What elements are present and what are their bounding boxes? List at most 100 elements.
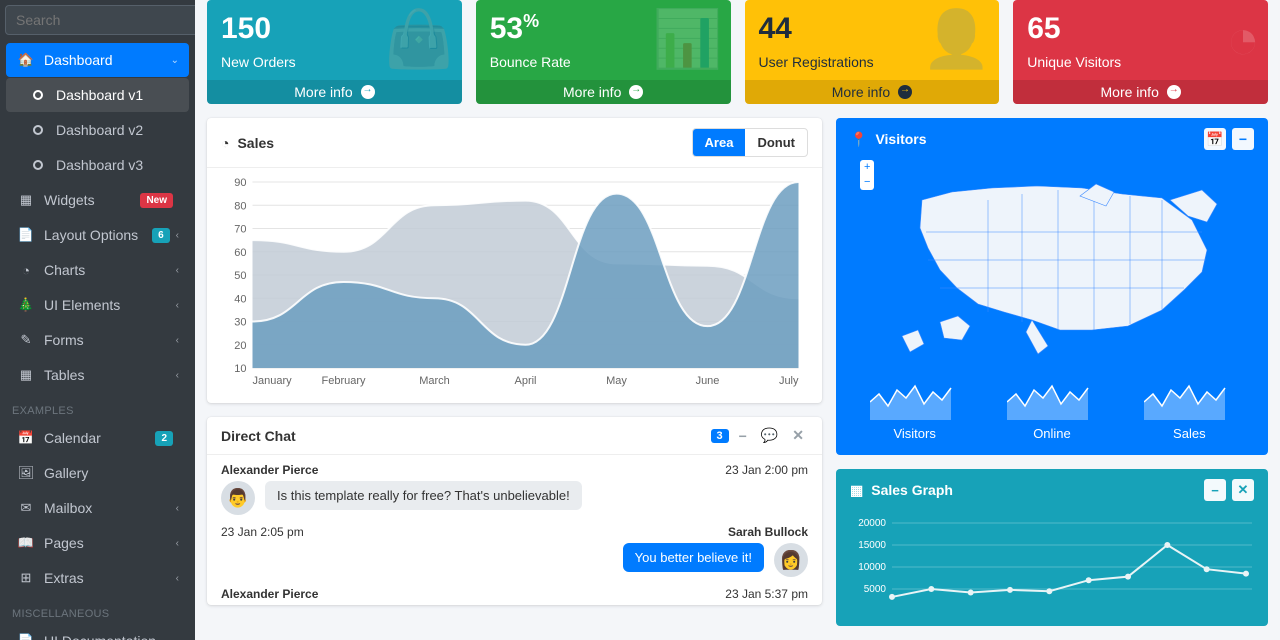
plus-square-icon: ⊞	[16, 570, 36, 586]
avatar: 👨	[221, 481, 255, 515]
th-icon: ▦	[16, 192, 36, 208]
sidebar: 🔍 🏠 Dashboard⌄ Dashboard v1Dashboard v2Das…	[0, 0, 195, 640]
sidebar-item-label: Tables	[44, 367, 176, 383]
svg-text:60: 60	[234, 247, 246, 259]
chevron-left-icon: ‹	[176, 265, 179, 276]
sidebar-item-label: Dashboard	[44, 52, 171, 68]
sidebar-item-gallery[interactable]: 🖼 Gallery	[6, 456, 189, 490]
file-icon: 📄	[16, 633, 36, 640]
svg-text:June: June	[696, 375, 720, 387]
sidebar-item-ui-elements[interactable]: 🎄UI Elements‹	[6, 288, 189, 322]
svg-text:10: 10	[234, 363, 246, 375]
zoom-out-button[interactable]: −	[860, 175, 874, 190]
main-content: 150New Orders👜More info 53%Bounce Rate📊M…	[195, 0, 1280, 640]
sidebar-item-extras[interactable]: ⊞Extras‹	[6, 561, 189, 595]
sidebar-item-calendar[interactable]: 📅Calendar2	[6, 421, 189, 455]
chat-message: 👨Is this template really for free? That'…	[221, 481, 808, 515]
sidebar-item-label: Gallery	[44, 465, 179, 481]
close-icon[interactable]: ✕	[788, 427, 808, 444]
bag-icon: 👜	[384, 6, 454, 72]
sales-panel-title: Sales	[237, 135, 274, 151]
svg-text:April: April	[514, 375, 536, 387]
chevron-left-icon: ‹	[176, 230, 179, 241]
svg-text:5000: 5000	[864, 584, 887, 595]
tachometer-icon: 🏠	[16, 52, 36, 68]
chat-sender: Alexander Pierce	[221, 587, 318, 601]
sidebar-item-charts[interactable]: ◔Charts‹	[6, 253, 189, 287]
comments-icon[interactable]: 💬	[757, 427, 782, 444]
sales-graph-panel: ▦ Sales Graph − ✕ 5000100001500020000	[836, 469, 1268, 626]
sparkline-sales: Sales	[1144, 380, 1234, 441]
sidebar-item-label: Mailbox	[44, 500, 176, 516]
pie-icon: ◔	[16, 263, 36, 278]
collapse-icon[interactable]: −	[1232, 128, 1254, 150]
arrow-circle-icon	[629, 85, 643, 99]
sidebar-item-dashboard[interactable]: 🏠 Dashboard⌄	[6, 43, 189, 77]
more-info-link[interactable]: More info	[745, 80, 1000, 104]
svg-text:January: January	[253, 375, 293, 387]
close-icon[interactable]: ✕	[1232, 479, 1254, 501]
stat-card-user-registrations: 44User Registrations👤More info	[745, 0, 1000, 104]
more-info-link[interactable]: More info	[476, 80, 731, 104]
book-icon: 📖	[16, 535, 36, 551]
tab-donut[interactable]: Donut	[745, 129, 807, 156]
more-info-link[interactable]: More info	[1013, 80, 1268, 104]
circle-icon	[28, 90, 48, 100]
tree-icon: 🎄	[16, 297, 36, 313]
tab-area[interactable]: Area	[693, 129, 746, 156]
stat-value: 65	[1027, 12, 1254, 44]
sparkline-label: Online	[1007, 426, 1097, 441]
sidebar-item-ui-documentation[interactable]: 📄 UI Documentation	[6, 624, 189, 640]
sidebar-item-layout-options[interactable]: 📄Layout Options6‹	[6, 218, 189, 252]
svg-text:10000: 10000	[858, 562, 886, 573]
pie-icon: ◔	[1226, 6, 1260, 71]
search-input[interactable]	[5, 5, 195, 35]
sidebar-item-dashboard-v1[interactable]: Dashboard v1	[6, 78, 189, 112]
arrow-circle-icon	[361, 85, 375, 99]
stat-card-new-orders: 150New Orders👜More info	[207, 0, 462, 104]
arrow-circle-icon	[898, 85, 912, 99]
sidebar-item-mailbox[interactable]: ✉Mailbox‹	[6, 491, 189, 525]
sales-line-chart: 5000100001500020000	[852, 517, 1252, 617]
user-plus-icon: 👤	[922, 6, 992, 72]
svg-text:90: 90	[234, 177, 246, 189]
chevron-down-icon: ⌄	[171, 55, 179, 66]
zoom-in-button[interactable]: +	[860, 160, 874, 175]
collapse-icon[interactable]: −	[1204, 479, 1226, 501]
sidebar-item-dashboard-v3[interactable]: Dashboard v3	[6, 148, 189, 182]
usa-map[interactable]	[854, 160, 1250, 365]
svg-text:30: 30	[234, 317, 246, 329]
svg-text:May: May	[606, 375, 627, 387]
envelope-icon: ✉	[16, 500, 36, 516]
sidebar-item-tables[interactable]: ▦Tables‹	[6, 358, 189, 392]
sidebar-search: 🔍	[0, 0, 195, 43]
sidebar-item-label: Layout Options	[44, 227, 152, 243]
avatar: 👩	[774, 543, 808, 577]
bars-icon: 📊	[653, 6, 723, 72]
chevron-left-icon: ‹	[176, 300, 179, 311]
badge: 6	[152, 228, 170, 243]
visitors-panel: 📍 Visitors 📅 − + −	[836, 118, 1268, 455]
chat-time: 23 Jan 2:05 pm	[221, 525, 304, 539]
visitors-title: Visitors	[875, 131, 926, 147]
chat-time: 23 Jan 5:37 pm	[725, 587, 808, 601]
minus-icon[interactable]: −	[735, 428, 751, 444]
sparkline-label: Visitors	[870, 426, 960, 441]
more-info-link[interactable]: More info	[207, 80, 462, 104]
sparkline-chart	[1144, 380, 1234, 420]
th-icon: ▦	[850, 482, 863, 499]
badge: New	[140, 193, 173, 208]
image-icon: 🖼	[16, 465, 36, 481]
sidebar-item-label: UI Documentation	[44, 633, 179, 640]
map-zoom-controls: + −	[860, 160, 874, 190]
sidebar-item-forms[interactable]: ✎Forms‹	[6, 323, 189, 357]
sidebar-item-pages[interactable]: 📖Pages‹	[6, 526, 189, 560]
sidebar-item-label: Pages	[44, 535, 176, 551]
calendar-icon: 📅	[16, 430, 36, 446]
sidebar-item-dashboard-v2[interactable]: Dashboard v2	[6, 113, 189, 147]
sidebar-item-label: Widgets	[44, 192, 140, 208]
map-marker-icon: 📍	[850, 131, 867, 148]
sidebar-item-widgets[interactable]: ▦ WidgetsNew	[6, 183, 189, 217]
calendar-icon[interactable]: 📅	[1204, 128, 1226, 150]
sidebar-item-label: Extras	[44, 570, 176, 586]
